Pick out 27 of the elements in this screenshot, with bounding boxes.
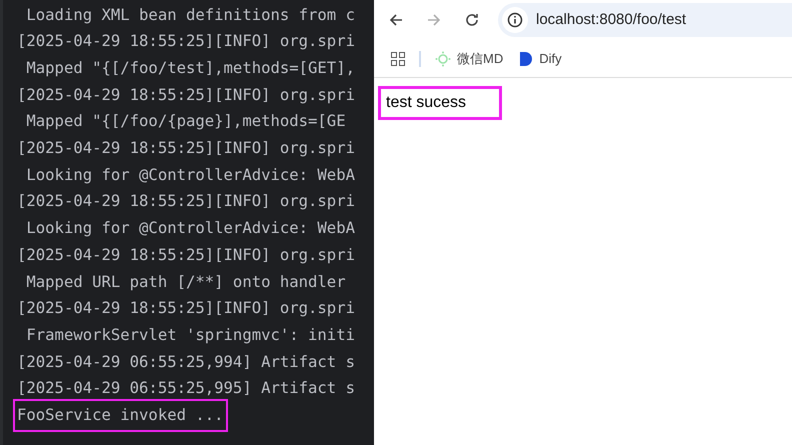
forward-arrow-icon: [426, 12, 442, 28]
log-line: Loading XML bean definitions from c: [25, 4, 356, 26]
log-line: FrameworkServlet 'springmvc': initi: [25, 324, 356, 346]
url-text: localhost:8080/foo/test: [536, 10, 686, 30]
log-line: Mapped "{[/foo/{page}],methods=[GE: [25, 111, 347, 132]
log-line: [2025-04-29 18:55:25][INFO] org.spri: [16, 84, 356, 106]
log-line: Mapped URL path [/**] onto handler: [25, 272, 347, 293]
log-line: [2025-04-29 18:55:25][INFO] org.spri: [16, 31, 356, 52]
sparkle-icon: [435, 50, 451, 66]
apps-icon[interactable]: [391, 52, 405, 66]
log-line: [2025-04-29 18:55:25][INFO] org.spri: [16, 298, 356, 320]
page-text: test sucess: [378, 86, 502, 120]
log-line: Looking for @ControllerAdvice: WebA: [25, 218, 356, 240]
log-line: Looking for @ControllerAdvice: WebA: [25, 164, 356, 186]
log-line: [2025-04-29 06:55:25,995] Artifact s: [16, 378, 356, 400]
info-icon[interactable]: [502, 7, 528, 33]
bookmark[interactable]: Dify: [519, 48, 562, 68]
address-bar[interactable]: localhost:8080/foo/test: [498, 3, 792, 37]
log-line: [2025-04-29 18:55:25][INFO] org.spri: [16, 191, 356, 212]
log-line: Mapped "{[/foo/test],methods=[GET],: [25, 58, 356, 80]
logo-icon: [519, 50, 534, 66]
log-line: [2025-04-29 18:55:25][INFO] org.spri: [16, 244, 356, 266]
bookmark[interactable]: 微信MD: [435, 48, 504, 68]
reload-icon: [464, 12, 480, 28]
log-line: [2025-04-29 18:55:25][INFO] org.spri: [16, 138, 356, 160]
log-line: [2025-04-29 06:55:25,994] Artifact s: [16, 352, 356, 373]
back-arrow-icon: [388, 12, 404, 28]
